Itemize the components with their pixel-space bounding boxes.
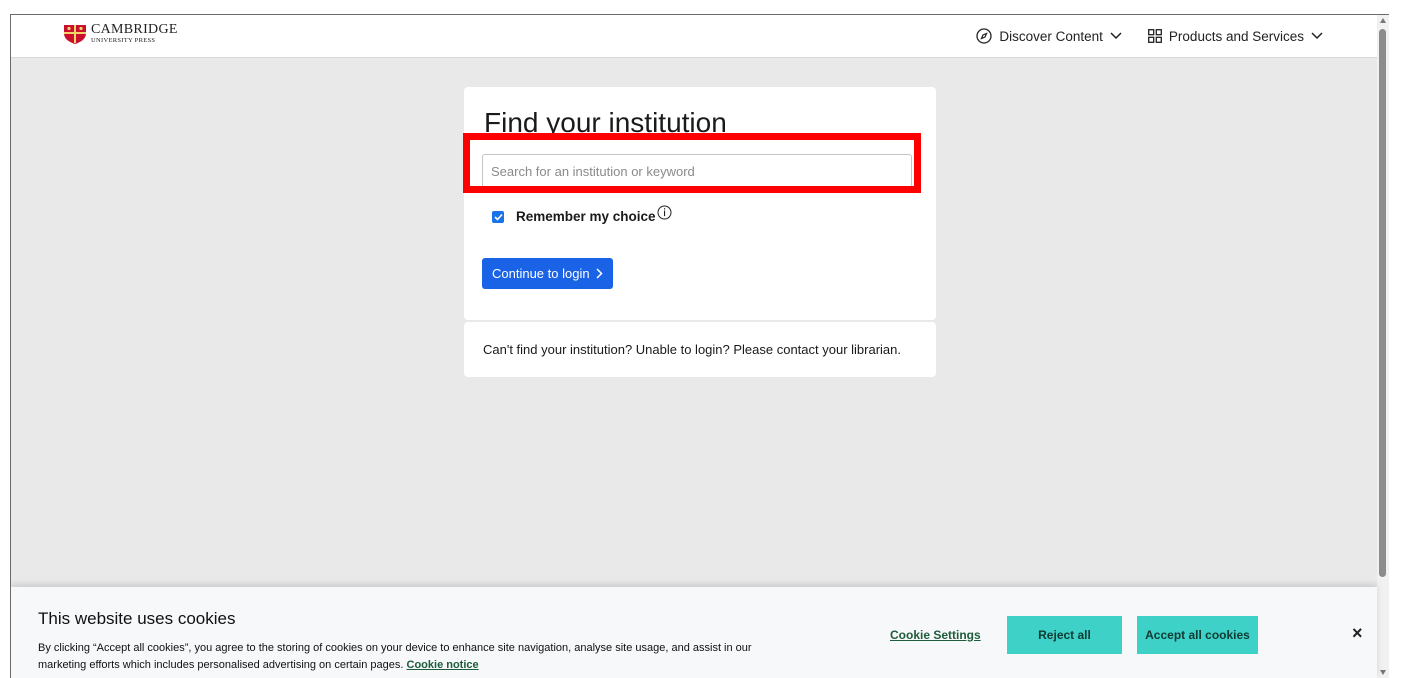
grid-icon bbox=[1147, 29, 1162, 43]
logo-sub-text: UNIVERSITY PRESS bbox=[91, 37, 156, 44]
cookie-notice-link[interactable]: Cookie notice bbox=[407, 659, 479, 671]
remember-choice-checkbox[interactable] bbox=[492, 210, 504, 223]
cambridge-logo[interactable]: CAMBRIDGE UNIVERSITY PRESS bbox=[63, 23, 178, 45]
vertical-scrollbar[interactable] bbox=[1377, 15, 1389, 678]
institution-card: Find your institution Remember my choice… bbox=[464, 87, 936, 320]
chevron-right-icon bbox=[596, 268, 603, 279]
compass-icon bbox=[976, 28, 993, 44]
help-text: Can't find your institution? Unable to l… bbox=[483, 342, 901, 357]
help-card: Can't find your institution? Unable to l… bbox=[464, 322, 936, 377]
page-title: Find your institution bbox=[484, 107, 727, 138]
cookie-banner: This website uses cookies By clicking “A… bbox=[11, 587, 1377, 678]
cookie-banner-title: This website uses cookies bbox=[38, 609, 236, 628]
scroll-up-arrow-icon[interactable] bbox=[1380, 18, 1386, 23]
scroll-down-arrow-icon[interactable] bbox=[1380, 670, 1386, 675]
cookie-settings-link[interactable]: Cookie Settings bbox=[890, 628, 981, 642]
nav-discover-label: Discover Content bbox=[999, 28, 1103, 44]
nav-products-services[interactable]: Products and Services bbox=[1147, 28, 1323, 44]
reject-all-button[interactable]: Reject all bbox=[1007, 616, 1122, 654]
browser-viewport: CAMBRIDGE UNIVERSITY PRESS Discover Cont… bbox=[10, 14, 1389, 678]
site-header: CAMBRIDGE UNIVERSITY PRESS Discover Cont… bbox=[11, 15, 1389, 58]
nav-discover-content[interactable]: Discover Content bbox=[976, 28, 1122, 44]
cookie-banner-text: By clicking “Accept all cookies”, you ag… bbox=[38, 640, 778, 674]
remember-choice-label: Remember my choice bbox=[516, 209, 656, 224]
logo-main-text: CAMBRIDGE bbox=[91, 22, 178, 37]
institution-search-input[interactable] bbox=[482, 154, 912, 188]
info-icon[interactable] bbox=[657, 205, 672, 220]
shield-icon bbox=[64, 24, 86, 44]
top-nav: Discover Content Products and Services bbox=[976, 15, 1323, 57]
chevron-down-icon bbox=[1110, 32, 1122, 40]
close-icon[interactable]: × bbox=[1352, 623, 1363, 644]
checkmark-icon bbox=[493, 213, 503, 221]
accept-all-cookies-button[interactable]: Accept all cookies bbox=[1137, 616, 1258, 654]
scrollbar-thumb[interactable] bbox=[1379, 29, 1386, 577]
nav-products-label: Products and Services bbox=[1168, 28, 1304, 44]
continue-to-login-button[interactable]: Continue to login bbox=[482, 258, 613, 289]
continue-label: Continue to login bbox=[492, 266, 590, 281]
chevron-down-icon bbox=[1311, 32, 1323, 40]
cookie-description: By clicking “Accept all cookies”, you ag… bbox=[38, 642, 752, 671]
remember-choice-row: Remember my choice bbox=[492, 205, 672, 224]
